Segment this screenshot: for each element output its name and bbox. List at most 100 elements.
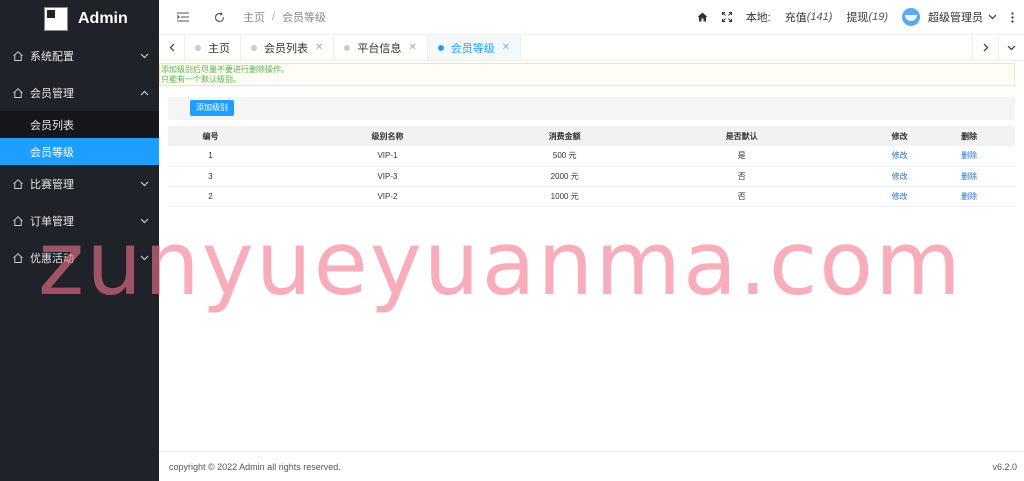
sidebar: Admin 系统配置 会员管理 会员列表 会员等级 比赛管理 订单管理 优惠活动 — [0, 0, 159, 481]
cell-level-name: VIP-1 — [253, 146, 522, 167]
column-header-amount[interactable]: 消费金额 — [521, 126, 608, 146]
user-menu[interactable]: 超级管理员 — [902, 8, 997, 26]
recharge-label: 充值 — [784, 12, 807, 24]
home-icon — [13, 50, 23, 61]
version-text: v6.2.0 — [992, 461, 1017, 472]
table-row: 2 VIP-2 1000 元 否 修改 删除 — [168, 186, 1015, 207]
header-right: 本地: 充值 (141) 提现 (19) 超级管理员 — [697, 8, 1024, 26]
sidebar-item-system-config[interactable]: 系统配置 — [0, 37, 159, 74]
withdraw-link[interactable]: 提现 (19) — [846, 9, 888, 25]
more-vertical-icon — [1011, 11, 1014, 23]
home-icon — [13, 215, 23, 226]
tabs-menu-button[interactable] — [998, 35, 1024, 60]
cell-id: 1 — [168, 146, 254, 167]
cell-level-name: VIP-3 — [253, 166, 522, 187]
tab-dot — [344, 44, 351, 51]
tab-label: 会员等级 — [450, 42, 495, 55]
tab-member-list[interactable]: 会员列表 ✕ — [241, 35, 335, 60]
chevron-down-icon — [140, 53, 149, 58]
sidebar-item-label: 会员管理 — [30, 87, 74, 100]
cell-id: 2 — [168, 186, 254, 207]
delete-link[interactable]: 删除 — [961, 151, 977, 160]
watermark-text: zunyueyuanma.com — [38, 212, 963, 315]
column-header-delete: 删除 — [923, 126, 1015, 146]
table-row: 3 VIP-3 2000 元 否 修改 删除 — [168, 166, 1015, 187]
tabs-scroll-left-button[interactable] — [159, 35, 185, 60]
chevron-down-icon — [988, 14, 997, 20]
cell-delete: 删除 — [923, 186, 1015, 207]
table-row: 1 VIP-1 500 元 是 修改 删除 — [168, 146, 1015, 167]
chevron-right-icon — [983, 43, 988, 52]
avatar — [902, 8, 920, 26]
local-label[interactable]: 本地: — [746, 9, 771, 25]
home-button[interactable] — [697, 12, 708, 22]
sidebar-item-label: 系统配置 — [30, 50, 74, 63]
home-icon — [13, 178, 23, 189]
cell-amount: 500 元 — [521, 146, 608, 167]
chevron-down-icon — [140, 255, 149, 260]
tab-dot — [437, 44, 444, 51]
page-footer: copyright © 2022 Admin all rights reserv… — [159, 451, 1024, 481]
home-icon — [697, 12, 708, 22]
sidebar-subitem-member-level[interactable]: 会员等级 — [0, 138, 159, 165]
logo[interactable]: Admin — [0, 0, 159, 37]
cell-default: 否 — [607, 186, 876, 207]
user-name: 超级管理员 — [928, 12, 983, 24]
home-icon — [13, 252, 23, 263]
sidebar-item-label: 订单管理 — [30, 215, 74, 228]
cell-amount: 2000 元 — [521, 166, 608, 187]
sidebar-item-member-management[interactable]: 会员管理 — [0, 74, 159, 111]
table-toolbar: 添加级别 — [168, 97, 1015, 120]
notice-line: 添加级别后尽量不要进行删除操作。 — [161, 65, 289, 74]
tab-home[interactable]: 主页 — [185, 35, 241, 60]
sidebar-item-match-management[interactable]: 比赛管理 — [0, 165, 159, 202]
fullscreen-icon — [721, 12, 732, 22]
cell-edit: 修改 — [875, 166, 924, 187]
close-icon[interactable]: ✕ — [315, 42, 323, 53]
cell-edit: 修改 — [875, 146, 924, 167]
edit-link[interactable]: 修改 — [892, 151, 908, 160]
menu-toggle-icon[interactable] — [173, 12, 193, 22]
refresh-icon[interactable] — [209, 11, 229, 23]
tab-dot — [251, 44, 257, 51]
edit-link[interactable]: 修改 — [892, 192, 908, 201]
notice-line: 只能有一个默认级别。 — [161, 75, 241, 84]
member-level-table: 编号 级别名称 消费金额 是否默认 修改 删除 1 VIP-1 500 元 是 … — [168, 126, 1015, 207]
close-icon[interactable]: ✕ — [408, 42, 416, 53]
add-level-button[interactable]: 添加级别 — [190, 100, 234, 116]
sidebar-subitem-member-list[interactable]: 会员列表 — [0, 111, 159, 138]
delete-link[interactable]: 删除 — [961, 192, 977, 201]
page-tabs: 主页 会员列表 ✕ 平台信息 ✕ 会员等级 ✕ — [159, 35, 1024, 61]
tabs-scroll-right-button[interactable] — [972, 35, 998, 60]
more-options-button[interactable] — [1011, 11, 1014, 23]
column-header-default[interactable]: 是否默认 — [607, 126, 876, 146]
home-icon — [13, 87, 23, 98]
edit-link[interactable]: 修改 — [892, 172, 908, 181]
recharge-count: (141) — [806, 11, 833, 23]
sidebar-item-order-management[interactable]: 订单管理 — [0, 202, 159, 239]
column-header-edit: 修改 — [875, 126, 924, 146]
fullscreen-button[interactable] — [721, 12, 732, 22]
cell-edit: 修改 — [875, 186, 924, 207]
tab-label: 主页 — [208, 42, 230, 55]
breadcrumb-home[interactable]: 主页 — [243, 9, 265, 25]
breadcrumb-separator: / — [272, 11, 276, 23]
table-header-row: 编号 级别名称 消费金额 是否默认 修改 删除 — [168, 126, 1015, 146]
cell-amount: 1000 元 — [521, 186, 608, 207]
copyright-text: copyright © 2022 Admin all rights reserv… — [169, 461, 341, 472]
column-header-id[interactable]: 编号 — [168, 126, 254, 146]
member-submenu: 会员列表 会员等级 — [0, 111, 159, 165]
tab-platform-info[interactable]: 平台信息 ✕ — [334, 35, 428, 60]
cell-delete: 删除 — [923, 166, 1015, 187]
cell-level-name: VIP-2 — [253, 186, 522, 207]
close-icon[interactable]: ✕ — [502, 42, 510, 53]
withdraw-count: (19) — [868, 11, 888, 23]
sidebar-item-promotions[interactable]: 优惠活动 — [0, 239, 159, 276]
recharge-link[interactable]: 充值 (141) — [785, 9, 833, 25]
withdraw-label: 提现 — [846, 12, 869, 24]
delete-link[interactable]: 删除 — [961, 172, 977, 181]
tab-member-level[interactable]: 会员等级 ✕ — [427, 35, 522, 60]
column-header-level-name[interactable]: 级别名称 — [253, 126, 522, 146]
chevron-down-icon — [140, 181, 149, 186]
brand-name: Admin — [78, 9, 128, 27]
